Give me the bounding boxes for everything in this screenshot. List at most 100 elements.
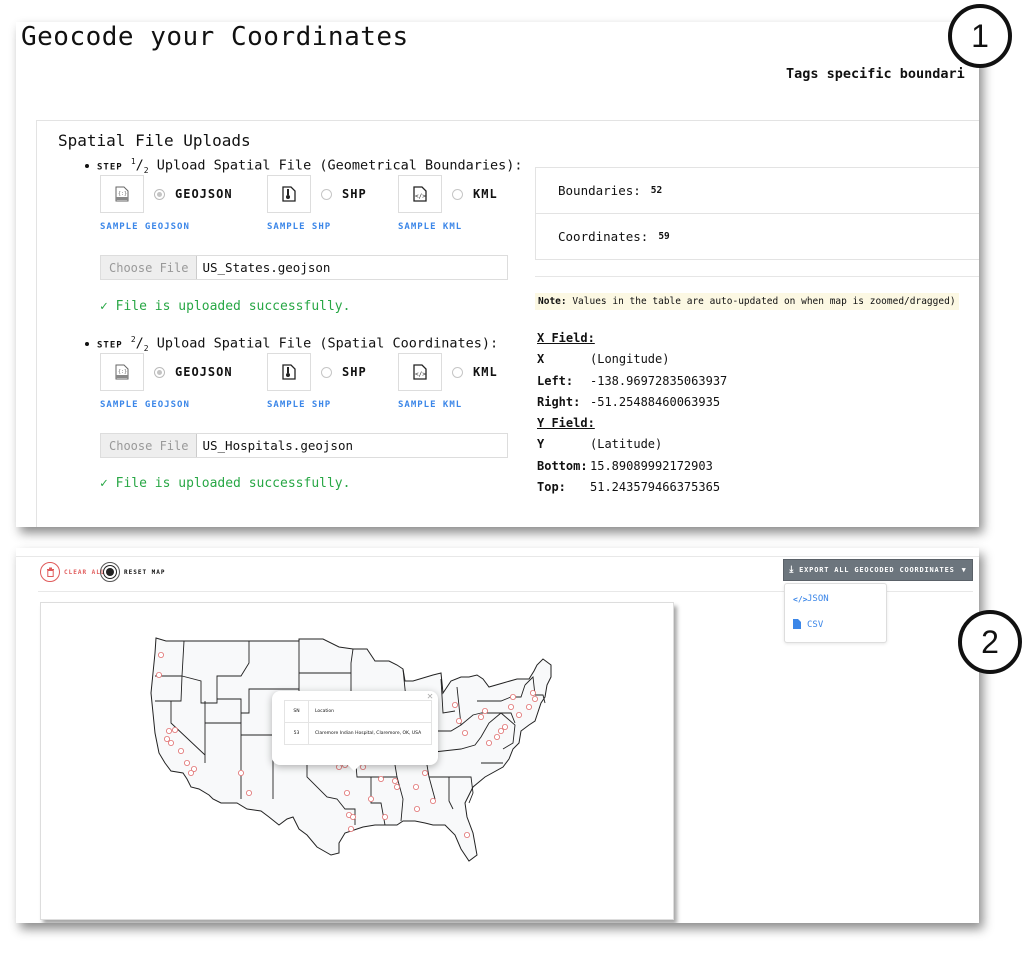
hospital-marker[interactable] <box>393 783 400 790</box>
sample-kml-link-1[interactable]: SAMPLE KML <box>398 222 462 232</box>
hospital-marker[interactable] <box>451 702 458 709</box>
sample-kml-link-2[interactable]: SAMPLE KML <box>398 400 462 410</box>
hospital-marker[interactable] <box>166 728 173 735</box>
radio-geojson-1[interactable] <box>154 188 165 200</box>
hospital-marker[interactable] <box>347 825 354 832</box>
upload-panel: Geocode your Coordinates Tags specific b… <box>16 22 979 527</box>
boundaries-file-input[interactable]: Choose File US_States.geojson <box>100 255 508 280</box>
trash-icon <box>40 562 60 582</box>
hospital-marker[interactable] <box>349 813 356 820</box>
export-json-option[interactable]: </> JSON <box>785 588 886 610</box>
file-type-shp-1[interactable]: SHP <box>267 175 367 213</box>
hospital-marker[interactable] <box>412 783 419 790</box>
hospital-marker[interactable] <box>164 735 171 742</box>
coordinates-file-input[interactable]: Choose File US_Hospitals.geojson <box>100 433 508 458</box>
selected-file-name: US_States.geojson <box>202 260 331 275</box>
bottom-bound-value: 15.89089992172903 <box>590 458 713 473</box>
code-file-icon: </> <box>398 353 442 391</box>
step-1-heading: STEP 1/2 Upload Spatial File (Geometrica… <box>85 157 523 175</box>
coordinates-count: Coordinates: 59 <box>558 229 670 244</box>
popup-table: SN Location 53 Claremore Indian Hospital… <box>284 700 432 745</box>
sample-geojson-link-1[interactable]: SAMPLE GEOJSON <box>100 222 190 232</box>
hospital-marker[interactable] <box>177 747 184 754</box>
geojson-file-icon: {:} <box>100 175 144 213</box>
hospital-marker[interactable] <box>237 769 244 776</box>
hospital-marker[interactable] <box>497 728 504 735</box>
code-file-icon: </> <box>398 175 442 213</box>
hospital-marker[interactable] <box>455 718 462 725</box>
spatial-file-uploads-card: Spatial File Uploads STEP 1/2 Upload Spa… <box>36 120 979 527</box>
file-type-kml-2[interactable]: </> KML <box>398 353 498 391</box>
x-field-header: X Field: <box>537 331 595 345</box>
download-icon: ⤓ <box>789 565 795 575</box>
hospital-marker[interactable] <box>507 704 514 711</box>
svg-text:</>: </> <box>415 371 426 378</box>
upload-success-message: ✓ File is uploaded successfully. <box>100 476 351 491</box>
page-title: Geocode your Coordinates <box>21 22 409 52</box>
map-popup: ✕ SN Location 53 Claremore Indian Hospit… <box>272 691 438 771</box>
radio-geojson-2[interactable] <box>154 366 165 378</box>
radio-kml-1[interactable] <box>452 188 463 200</box>
hospital-marker[interactable] <box>525 704 532 711</box>
radio-kml-2[interactable] <box>452 366 463 378</box>
bullet <box>85 341 89 346</box>
map-panel: CLEAR ALL RESET MAP ⤓ EXPORT ALL GEOCODE… <box>16 548 979 923</box>
hospital-marker[interactable] <box>493 733 500 740</box>
hospital-marker[interactable] <box>335 763 342 770</box>
hospital-marker[interactable] <box>477 714 484 721</box>
hospital-marker[interactable] <box>461 730 468 737</box>
y-field-header: Y Field: <box>537 416 595 431</box>
sample-shp-link-1[interactable]: SAMPLE SHP <box>267 222 331 232</box>
hospital-marker[interactable] <box>501 724 508 731</box>
hospital-marker[interactable] <box>529 690 536 697</box>
section-title: Spatial File Uploads <box>58 131 251 150</box>
choose-file-button[interactable]: Choose File <box>101 434 198 457</box>
hospital-marker[interactable] <box>391 777 398 784</box>
choose-file-button[interactable]: Choose File <box>101 256 198 279</box>
hospital-marker[interactable] <box>481 708 488 715</box>
map-view[interactable]: ✕ SN Location 53 Claremore Indian Hospit… <box>40 602 674 920</box>
file-type-shp-2[interactable]: SHP <box>267 353 367 391</box>
table-row: 53 Claremore Indian Hospital, Claremore,… <box>284 722 432 745</box>
code-icon: </> <box>793 594 808 604</box>
hospital-marker[interactable] <box>359 763 366 770</box>
sample-geojson-link-2[interactable]: SAMPLE GEOJSON <box>100 400 190 410</box>
radio-shp-2[interactable] <box>321 366 332 378</box>
file-type-kml-1[interactable]: </> KML <box>398 175 498 213</box>
hospital-marker[interactable] <box>183 759 190 766</box>
boundaries-count: Boundaries: 52 <box>536 168 979 214</box>
hospital-marker[interactable] <box>509 694 516 701</box>
hospital-marker[interactable] <box>531 696 538 703</box>
reset-map-button[interactable]: RESET MAP <box>100 562 170 582</box>
step-2-label: Upload Spatial File (Spatial Coordinates… <box>156 335 499 352</box>
export-csv-option[interactable]: CSV <box>785 614 886 636</box>
hospital-marker[interactable] <box>171 727 178 734</box>
file-type-geojson-1[interactable]: {:} GEOJSON <box>100 175 233 213</box>
file-icon <box>793 619 807 631</box>
right-bound-value: -51.25488460063935 <box>590 394 721 409</box>
selected-file-name: US_Hospitals.geojson <box>202 438 353 453</box>
hospital-marker[interactable] <box>343 789 350 796</box>
caret-down-icon: ▼ <box>961 566 967 574</box>
hospital-marker[interactable] <box>485 739 492 746</box>
hospital-marker[interactable] <box>168 739 175 746</box>
file-type-geojson-2[interactable]: {:} GEOJSON <box>100 353 233 391</box>
hospital-marker[interactable] <box>421 769 428 776</box>
hospital-marker[interactable] <box>245 789 252 796</box>
hospital-marker[interactable] <box>413 805 420 812</box>
target-icon <box>100 562 120 582</box>
hospital-marker[interactable] <box>429 797 436 804</box>
hospital-marker[interactable] <box>515 712 522 719</box>
hospital-marker[interactable] <box>158 652 165 659</box>
hospital-marker[interactable] <box>187 769 194 776</box>
export-dropdown-button[interactable]: ⤓ EXPORT ALL GEOCODED COORDINATES ▼ <box>783 559 973 581</box>
hospital-marker[interactable] <box>367 795 374 802</box>
hospital-marker[interactable] <box>156 672 163 679</box>
hospital-marker[interactable] <box>381 813 388 820</box>
sample-shp-link-2[interactable]: SAMPLE SHP <box>267 400 331 410</box>
radio-shp-1[interactable] <box>321 188 332 200</box>
zip-file-icon <box>267 175 311 213</box>
table-header-row: SN Location <box>284 700 432 723</box>
hospital-marker[interactable] <box>377 775 384 782</box>
hospital-marker[interactable] <box>463 831 470 838</box>
